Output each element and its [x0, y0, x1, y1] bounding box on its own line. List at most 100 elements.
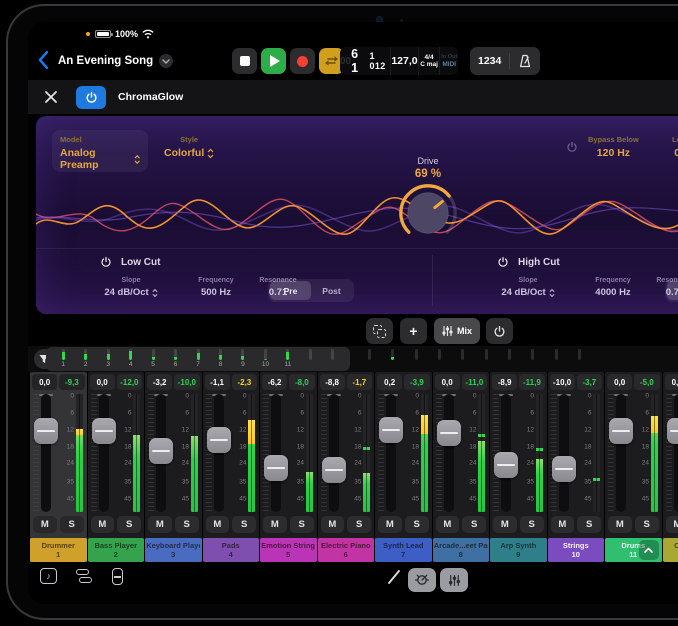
volume-value[interactable]: 0,0: [607, 374, 632, 390]
loop-browser-button[interactable]: ♪: [40, 568, 57, 584]
fader-handle[interactable]: [207, 427, 231, 453]
peak-level-value[interactable]: -10,0: [174, 374, 199, 390]
high-cut-slope[interactable]: Slope 24 dB/Oct: [478, 277, 578, 298]
track-tile[interactable]: Drummer 1: [30, 538, 87, 562]
back-button[interactable]: [38, 50, 56, 72]
track-tile[interactable]: Emotion Strings 5: [260, 538, 317, 562]
record-button[interactable]: [290, 48, 315, 74]
peak-level-value[interactable]: -5,0: [634, 374, 659, 390]
solo-button[interactable]: S: [405, 516, 429, 533]
volume-value[interactable]: -3,2: [147, 374, 172, 390]
volume-value[interactable]: -8,8: [320, 374, 345, 390]
mute-button[interactable]: M: [551, 516, 575, 533]
play-button[interactable]: [261, 48, 286, 74]
track-tile[interactable]: Strings 10: [548, 538, 605, 562]
volume-value[interactable]: 0,0: [665, 374, 678, 390]
fader-handle[interactable]: [264, 455, 288, 481]
solo-button[interactable]: S: [290, 516, 314, 533]
plugin-tiles-button[interactable]: [366, 318, 393, 344]
pre-option[interactable]: Pre: [667, 281, 678, 300]
drive-knob[interactable]: [397, 182, 459, 244]
navigator-window[interactable]: 1234567891011: [46, 347, 350, 371]
solo-button[interactable]: S: [462, 516, 486, 533]
post-option[interactable]: Post: [311, 281, 352, 300]
fader-handle[interactable]: [322, 457, 346, 483]
drive-control[interactable]: Drive 69 %: [392, 156, 464, 244]
peak-level-value[interactable]: -12,0: [117, 374, 142, 390]
track-tile[interactable]: Electric Piano 6: [318, 538, 375, 562]
mute-button[interactable]: M: [33, 516, 57, 533]
low-cut-frequency[interactable]: Frequency 500 Hz: [184, 277, 248, 298]
plugin-power-button[interactable]: [76, 86, 106, 109]
mute-button[interactable]: M: [608, 516, 632, 533]
mute-button[interactable]: M: [436, 516, 460, 533]
mute-button[interactable]: M: [91, 516, 115, 533]
peak-level-value[interactable]: -8,0: [289, 374, 314, 390]
track-tile[interactable]: Drums 11: [605, 538, 662, 562]
fader-handle[interactable]: [437, 420, 461, 446]
volume-value[interactable]: 0,0: [32, 374, 57, 390]
peak-level-value[interactable]: -9,3: [59, 374, 84, 390]
controls-view-button[interactable]: [408, 568, 436, 592]
volume-value[interactable]: -6,2: [262, 374, 287, 390]
peak-level-value[interactable]: -3,7: [577, 374, 602, 390]
solo-button[interactable]: S: [577, 516, 601, 533]
mute-button[interactable]: M: [321, 516, 345, 533]
style-select[interactable]: Style Colorful: [164, 135, 214, 159]
solo-button[interactable]: S: [520, 516, 544, 533]
fader-handle[interactable]: [667, 418, 678, 444]
mixer-view-button[interactable]: [440, 568, 468, 592]
mixer-power-button[interactable]: [486, 318, 513, 344]
track-tile[interactable]: Arp Synth 9: [490, 538, 547, 562]
fader-handle[interactable]: [34, 418, 58, 444]
fader-view-button[interactable]: [112, 568, 123, 585]
edit-tool-button[interactable]: [386, 568, 402, 586]
peak-level-value[interactable]: -11,9: [519, 374, 544, 390]
fader-handle[interactable]: [379, 417, 403, 443]
close-plugin-button[interactable]: [42, 88, 60, 106]
peak-level-value[interactable]: -11,0: [462, 374, 487, 390]
mute-button[interactable]: M: [666, 516, 678, 533]
solo-button[interactable]: S: [60, 516, 84, 533]
mix-view-button[interactable]: Mix: [434, 318, 480, 344]
mute-button[interactable]: M: [148, 516, 172, 533]
mute-button[interactable]: M: [378, 516, 402, 533]
track-tile[interactable]: Chorus V 12: [663, 538, 678, 562]
metronome-button[interactable]: [510, 54, 540, 68]
peak-level-value[interactable]: -3,9: [404, 374, 429, 390]
peak-level-value[interactable]: -1,7: [347, 374, 372, 390]
mute-button[interactable]: M: [263, 516, 287, 533]
lcd-display[interactable]: 00 6 1 1 012 127,0 4/4C maj In OutMIDI: [340, 47, 458, 75]
fader-handle[interactable]: [149, 438, 173, 464]
stop-button[interactable]: [232, 48, 257, 74]
peak-level-value[interactable]: -2,3: [232, 374, 257, 390]
volume-value[interactable]: 0,0: [90, 374, 115, 390]
solo-button[interactable]: S: [232, 516, 256, 533]
track-tile[interactable]: Pads 4: [203, 538, 260, 562]
solo-button[interactable]: S: [117, 516, 141, 533]
solo-button[interactable]: S: [175, 516, 199, 533]
volume-value[interactable]: 0,2: [377, 374, 402, 390]
mute-button[interactable]: M: [493, 516, 517, 533]
track-tile[interactable]: Bass Player 2: [88, 538, 145, 562]
low-cut-slope[interactable]: Slope 24 dB/Oct: [81, 277, 181, 298]
model-select[interactable]: Model Analog Preamp: [52, 130, 148, 172]
mute-button[interactable]: M: [206, 516, 230, 533]
track-tile[interactable]: Arcade...eet Pad 8: [433, 538, 490, 562]
fader-handle[interactable]: [92, 418, 116, 444]
expand-stack-button[interactable]: [639, 540, 659, 560]
solo-button[interactable]: S: [347, 516, 371, 533]
volume-value[interactable]: 0,0: [435, 374, 460, 390]
fader-handle[interactable]: [552, 456, 576, 482]
bypass-below-control[interactable]: Bypass Below 120 Hz: [566, 135, 639, 159]
fader-handle[interactable]: [494, 452, 518, 478]
high-cut-frequency[interactable]: Frequency 4000 Hz: [581, 277, 645, 298]
track-tile[interactable]: Keyboard Player 3: [145, 538, 202, 562]
pre-option[interactable]: Pre: [270, 281, 311, 300]
level-control[interactable]: Level 0.0: [672, 135, 678, 159]
high-cut-power-button[interactable]: [497, 256, 509, 268]
song-menu-button[interactable]: An Evening Song: [58, 50, 173, 72]
low-cut-power-button[interactable]: [100, 256, 112, 268]
volume-value[interactable]: -8,9: [492, 374, 517, 390]
fader-handle[interactable]: [609, 418, 633, 444]
